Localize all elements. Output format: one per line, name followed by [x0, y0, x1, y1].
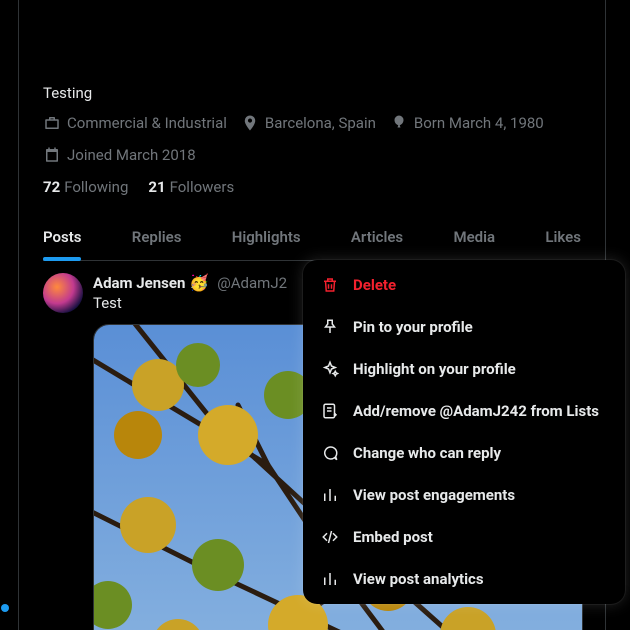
menu-reply-label: Change who can reply	[353, 444, 501, 462]
menu-highlight[interactable]: Highlight on your profile	[303, 348, 625, 390]
bar-chart-icon	[321, 486, 339, 504]
profile-birth: Born March 4, 1980	[390, 114, 544, 132]
briefcase-icon	[43, 114, 61, 132]
profile-bio: Testing	[43, 0, 581, 102]
menu-engagements[interactable]: View post engagements	[303, 474, 625, 516]
menu-embed-label: Embed post	[353, 528, 433, 546]
analytics-icon	[321, 570, 339, 588]
menu-highlight-label: Highlight on your profile	[353, 360, 516, 378]
post-actions-menu: Delete Pin to your profile Highlight on …	[303, 260, 625, 604]
menu-lists[interactable]: Add/remove @AdamJ242 from Lists	[303, 390, 625, 432]
tab-articles[interactable]: Articles	[351, 214, 403, 260]
trash-icon	[321, 276, 339, 294]
post-handle[interactable]: @AdamJ2	[217, 274, 287, 292]
tab-highlights[interactable]: Highlights	[232, 214, 301, 260]
code-icon	[321, 528, 339, 546]
following-count: 72	[43, 178, 60, 196]
tab-likes[interactable]: Likes	[545, 214, 581, 260]
post-display-name[interactable]: Adam Jensen	[93, 274, 185, 292]
profile-page: Testing Commercial & Industrial Barcelon…	[18, 0, 606, 630]
tab-media[interactable]: Media	[453, 214, 495, 260]
following-label: Following	[64, 178, 128, 196]
menu-analytics[interactable]: View post analytics	[303, 558, 625, 600]
menu-embed[interactable]: Embed post	[303, 516, 625, 558]
follow-stats: 72Following 21 Followers	[43, 178, 581, 196]
party-emoji: 🥳	[189, 273, 209, 292]
followers-label: Followers	[170, 178, 235, 196]
menu-delete[interactable]: Delete	[303, 264, 625, 306]
profile-joined: Joined March 2018	[43, 146, 196, 164]
compose-indicator	[1, 604, 9, 612]
reply-icon	[321, 444, 339, 462]
menu-reply[interactable]: Change who can reply	[303, 432, 625, 474]
menu-pin[interactable]: Pin to your profile	[303, 306, 625, 348]
location-icon	[241, 114, 259, 132]
calendar-icon	[43, 146, 61, 164]
followers-count: 21	[148, 178, 165, 196]
list-icon	[321, 402, 339, 420]
profile-meta: Commercial & Industrial Barcelona, Spain…	[43, 114, 581, 164]
tab-replies[interactable]: Replies	[132, 214, 182, 260]
profile-location: Barcelona, Spain	[241, 114, 376, 132]
profile-joined-text: Joined March 2018	[67, 146, 196, 164]
profile-location-text: Barcelona, Spain	[265, 114, 376, 132]
menu-lists-label: Add/remove @AdamJ242 from Lists	[353, 402, 599, 420]
following-link[interactable]: 72Following	[43, 178, 128, 196]
sparkle-icon	[321, 360, 339, 378]
followers-link[interactable]: 21 Followers	[148, 178, 234, 196]
pin-icon	[321, 318, 339, 336]
profile-birth-text: Born March 4, 1980	[414, 114, 544, 132]
tab-posts[interactable]: Posts	[43, 214, 81, 260]
profile-category: Commercial & Industrial	[43, 114, 227, 132]
profile-category-text: Commercial & Industrial	[67, 114, 227, 132]
menu-analytics-label: View post analytics	[353, 570, 484, 588]
menu-delete-label: Delete	[353, 276, 396, 294]
profile-tabs: Posts Replies Highlights Articles Media …	[43, 214, 581, 261]
balloon-icon	[390, 114, 408, 132]
menu-pin-label: Pin to your profile	[353, 318, 473, 336]
menu-engagements-label: View post engagements	[353, 486, 515, 504]
avatar[interactable]	[43, 273, 83, 313]
